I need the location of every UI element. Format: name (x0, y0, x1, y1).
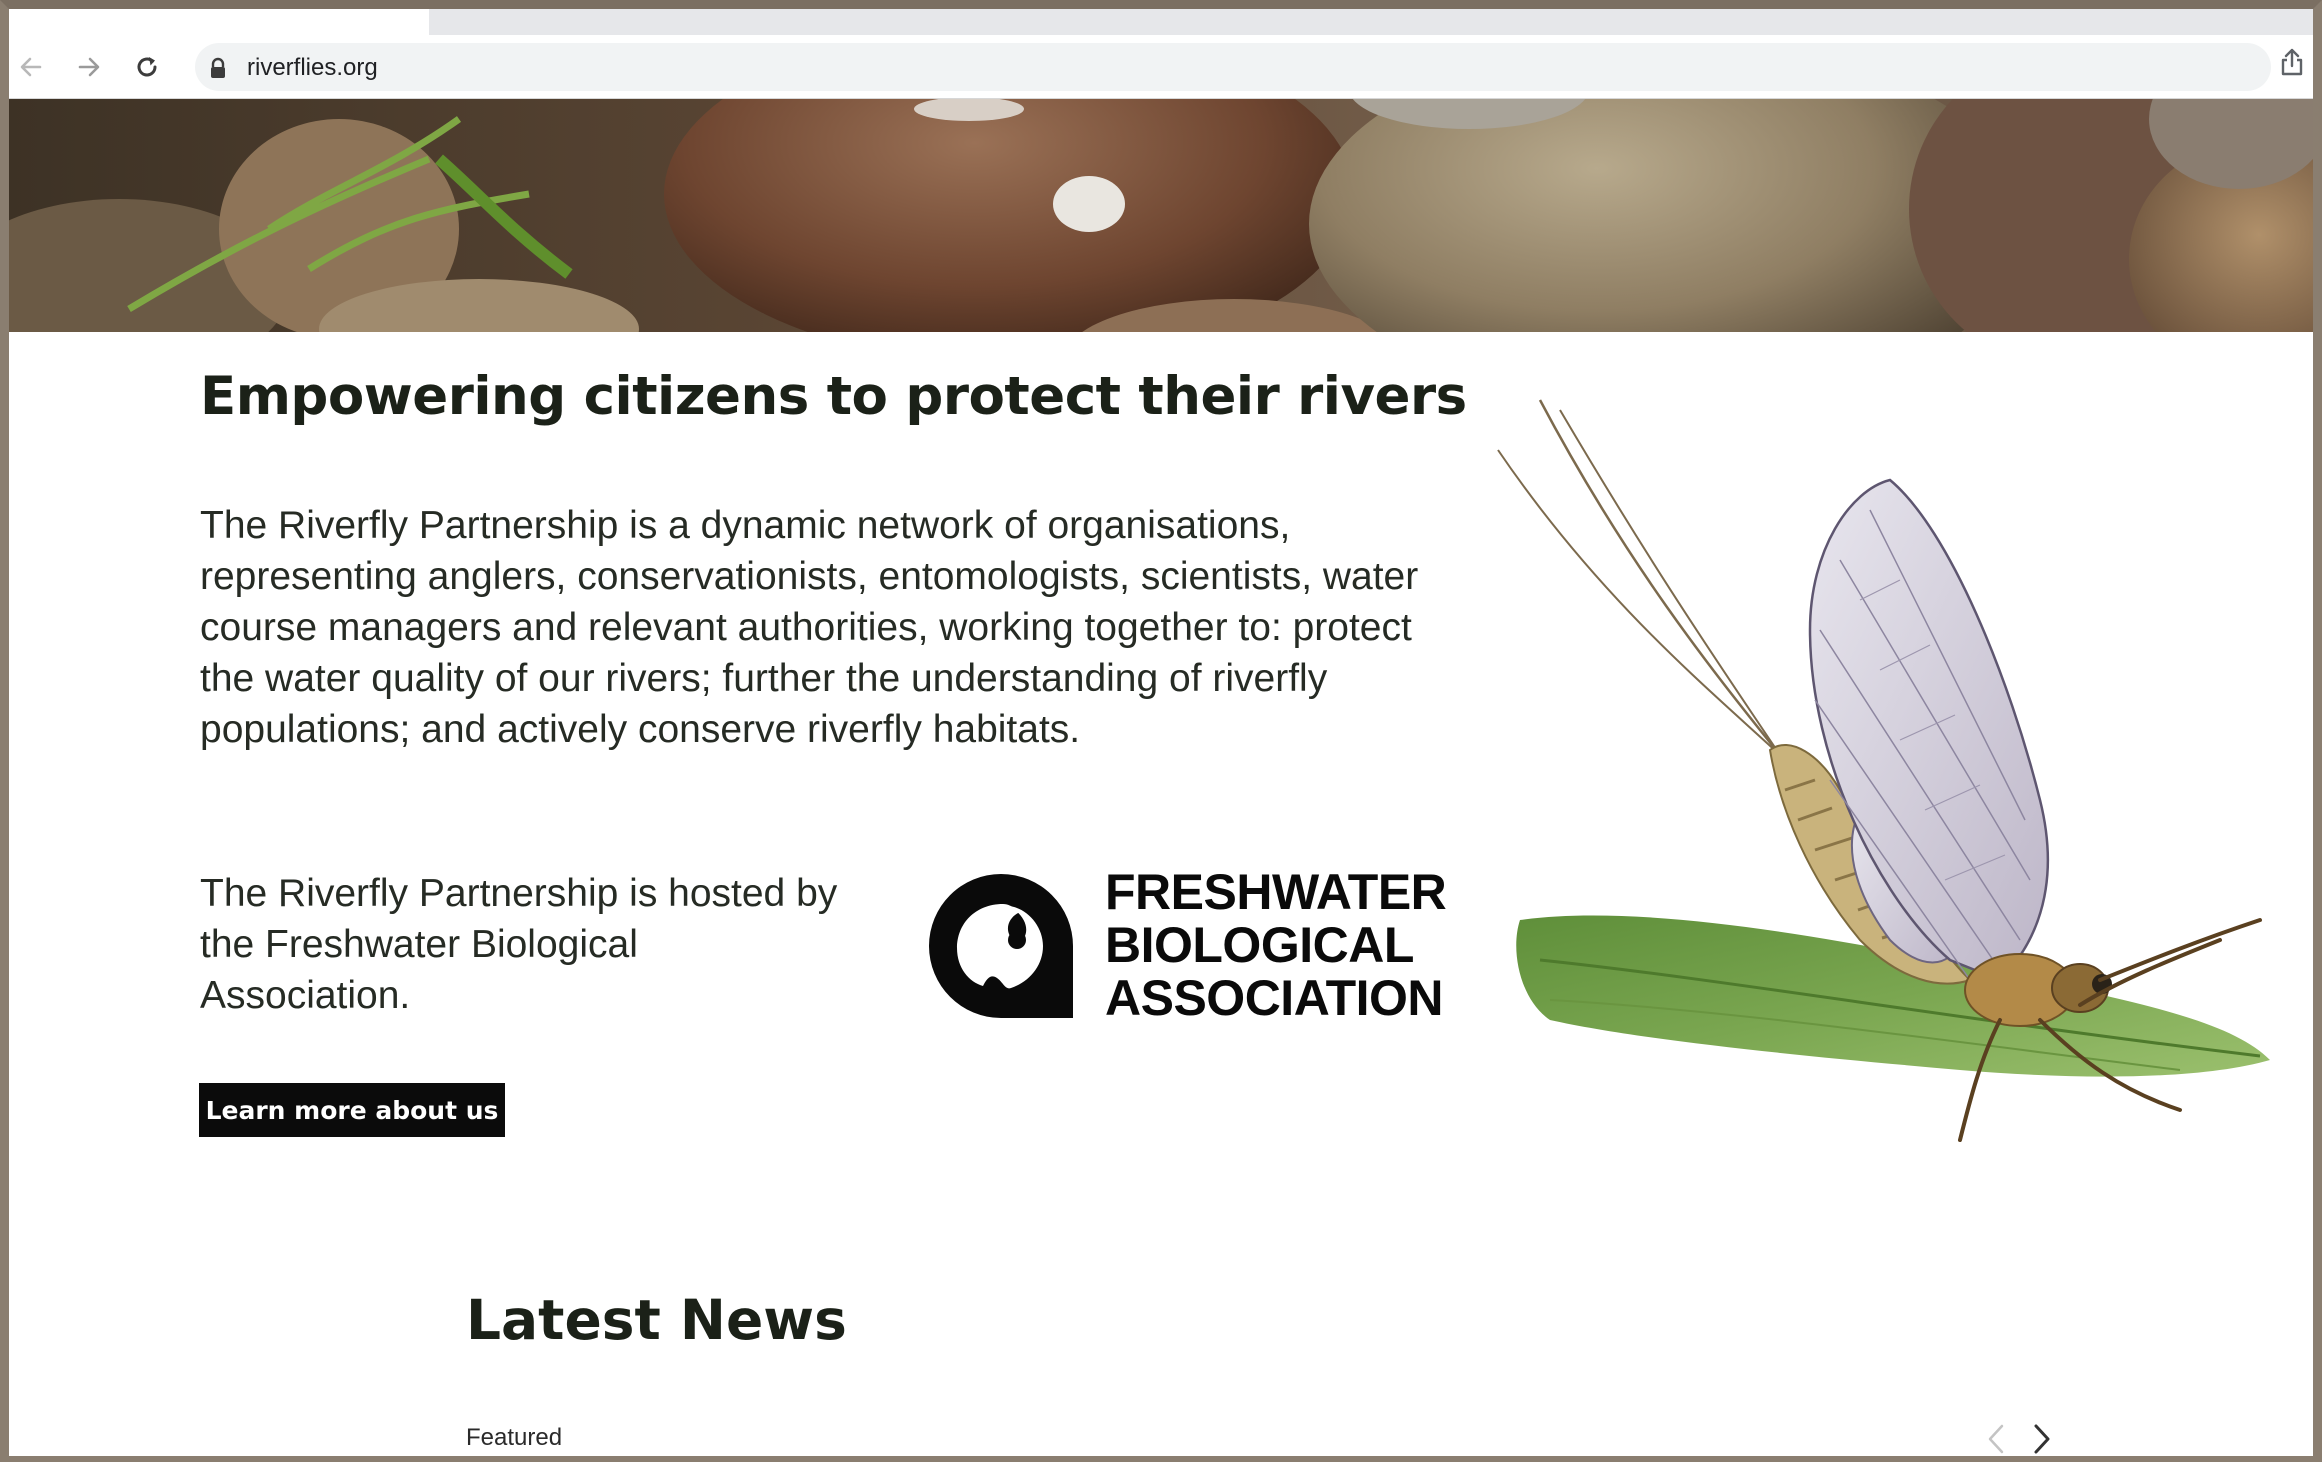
mayfly-illustration (1497, 399, 2270, 1142)
fba-logo-text: FRESHWATER BIOLOGICAL ASSOCIATION (1105, 864, 1447, 1026)
url-text[interactable]: riverflies.org (247, 54, 378, 82)
chevron-left-icon[interactable] (1986, 1422, 2006, 1456)
forward-button[interactable] (71, 49, 107, 85)
news-section-title: Latest News (466, 1288, 847, 1352)
arrow-right-icon (78, 57, 100, 77)
reload-button[interactable] (129, 49, 165, 85)
hosted-paragraph: The Riverfly Partnership is hosted by th… (200, 872, 838, 1017)
fba-logo-line: BIOLOGICAL (1105, 917, 1414, 973)
reload-icon (137, 57, 157, 77)
back-button[interactable] (13, 49, 49, 85)
address-bar[interactable]: riverflies.org (195, 43, 2271, 91)
browser-toolbar: riverflies.org (9, 35, 2313, 99)
intro-paragraph: The Riverfly Partnership is a dynamic ne… (200, 504, 1419, 751)
chevron-right-icon[interactable] (2032, 1422, 2052, 1456)
learn-more-button[interactable]: Learn more about us (199, 1083, 505, 1137)
fba-logo[interactable]: FRESHWATER BIOLOGICAL ASSOCIATION (925, 866, 1447, 1026)
fba-logo-line: FRESHWATER (1105, 864, 1447, 920)
page-headline: Empowering citizens to protect their riv… (200, 366, 1467, 427)
featured-label: Featured (466, 1424, 563, 1451)
browser-tab[interactable] (9, 9, 429, 35)
lock-icon (211, 57, 225, 78)
fba-logo-mark (929, 874, 1073, 1018)
banner-image (9, 99, 2313, 332)
share-icon[interactable] (2279, 47, 2305, 77)
tab-strip (9, 9, 2313, 35)
fba-logo-line: ASSOCIATION (1105, 970, 1444, 1026)
arrow-left-icon (20, 57, 42, 77)
